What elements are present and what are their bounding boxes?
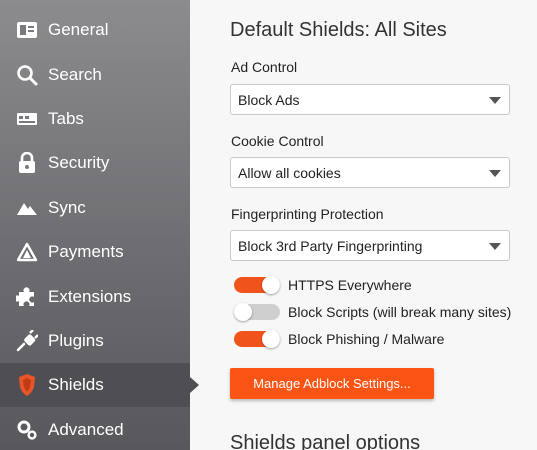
- sidebar-item-shields[interactable]: Shields: [0, 363, 199, 407]
- block-scripts-label: Block Scripts (will break many sites): [288, 304, 512, 320]
- ad-control-select[interactable]: Block Ads: [230, 84, 510, 115]
- sidebar-item-sync[interactable]: Sync: [0, 186, 190, 230]
- fingerprinting-label: Fingerprinting Protection: [231, 206, 384, 222]
- sync-icon: [0, 200, 48, 216]
- panel-options-title: Shields panel options: [230, 432, 421, 450]
- block-phishing-label: Block Phishing / Malware: [288, 331, 445, 347]
- chevron-down-icon: [489, 97, 501, 104]
- sidebar-item-extensions[interactable]: Extensions: [0, 275, 190, 319]
- ad-control-label: Ad Control: [231, 59, 298, 75]
- chevron-down-icon: [489, 243, 501, 250]
- sidebar-item-label: Extensions: [48, 287, 132, 306]
- sidebar-item-advanced[interactable]: Advanced: [0, 408, 190, 450]
- https-everywhere-toggle[interactable]: [234, 276, 280, 294]
- block-scripts-toggle[interactable]: [234, 303, 280, 321]
- cookie-control-value: Allow all cookies: [238, 164, 341, 181]
- block-scripts-row: Block Scripts (will break many sites): [234, 302, 511, 322]
- sidebar-item-payments[interactable]: Payments: [0, 230, 190, 274]
- toggle-knob: [234, 303, 252, 321]
- search-icon: [0, 64, 48, 86]
- sidebar-item-search[interactable]: Search: [0, 53, 190, 97]
- sidebar-item-label: Advanced: [48, 420, 124, 439]
- sidebar-item-label: Plugins: [48, 331, 104, 350]
- cookie-control-select[interactable]: Allow all cookies: [230, 157, 510, 188]
- page-title: Default Shields: All Sites: [230, 19, 447, 41]
- sidebar: General Search Tabs Security Sync Paymen…: [0, 0, 199, 450]
- sidebar-item-label: Security: [48, 153, 110, 172]
- sidebar-item-label: Tabs: [48, 109, 84, 128]
- sidebar-item-tabs[interactable]: Tabs: [0, 97, 190, 141]
- block-phishing-row: Block Phishing / Malware: [234, 329, 444, 349]
- cookie-control-label: Cookie Control: [231, 133, 324, 149]
- plug-icon: [0, 330, 48, 352]
- sidebar-item-label: Payments: [48, 242, 124, 261]
- toggle-knob: [262, 276, 280, 294]
- chevron-down-icon: [489, 170, 501, 177]
- ad-control-value: Block Ads: [238, 91, 300, 108]
- fingerprinting-value: Block 3rd Party Fingerprinting: [238, 237, 423, 254]
- manage-adblock-button[interactable]: Manage Adblock Settings...: [230, 368, 434, 399]
- toggle-knob: [262, 330, 280, 348]
- sidebar-item-label: Sync: [48, 198, 86, 217]
- sidebar-item-label: Search: [48, 65, 102, 84]
- sidebar-item-general[interactable]: General: [0, 8, 190, 52]
- shields-settings-panel: Default Shields: All Sites Ad Control Bl…: [190, 0, 537, 450]
- https-everywhere-row: HTTPS Everywhere: [234, 275, 412, 295]
- sidebar-item-plugins[interactable]: Plugins: [0, 319, 190, 363]
- sidebar-item-security[interactable]: Security: [0, 141, 190, 185]
- tabs-icon: [0, 111, 48, 127]
- gear-icon: [0, 419, 48, 441]
- general-icon: [0, 21, 48, 39]
- block-phishing-toggle[interactable]: [234, 330, 280, 348]
- sidebar-item-label: Shields: [48, 375, 104, 394]
- sidebar-item-label: General: [48, 20, 109, 39]
- lock-icon: [0, 152, 48, 174]
- https-everywhere-label: HTTPS Everywhere: [288, 277, 412, 293]
- puzzle-icon: [0, 286, 48, 308]
- fingerprinting-select[interactable]: Block 3rd Party Fingerprinting: [230, 230, 510, 261]
- shield-icon: [0, 373, 48, 397]
- payments-icon: [0, 242, 48, 262]
